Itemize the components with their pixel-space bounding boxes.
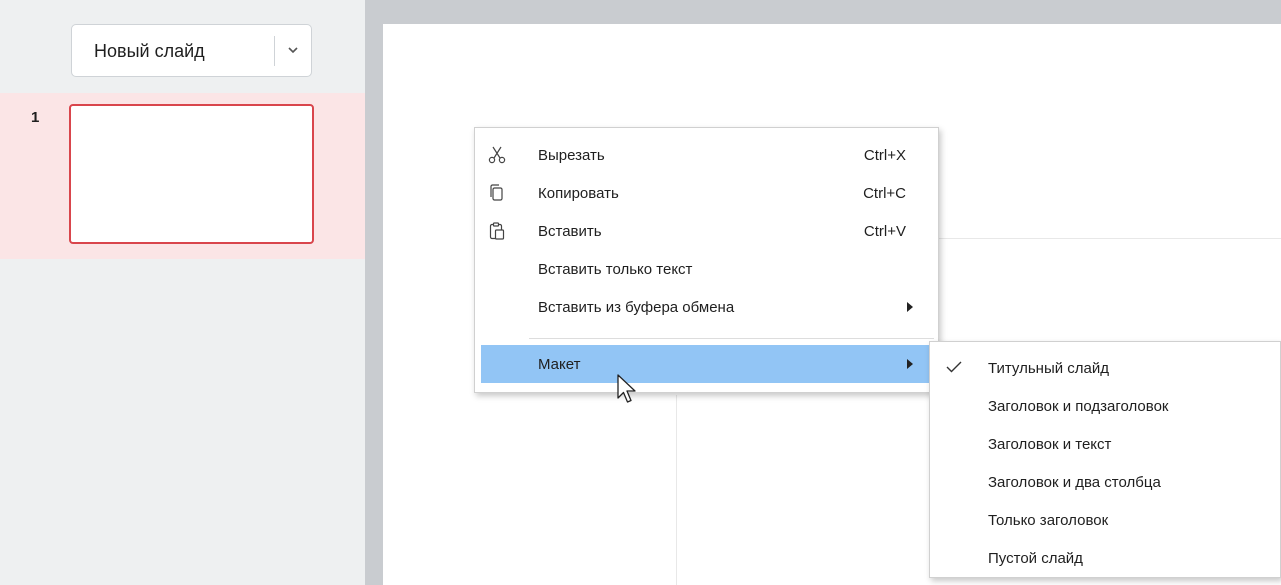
layout-option-title-two-columns[interactable]: Заголовок и два столбца bbox=[930, 463, 1280, 501]
layout-option-blank[interactable]: Пустой слайд bbox=[930, 539, 1280, 577]
menu-item-label: Макет bbox=[538, 356, 581, 373]
layout-option-title-subtitle[interactable]: Заголовок и подзаголовок bbox=[930, 387, 1280, 425]
scissors-icon bbox=[488, 146, 506, 164]
menu-item-copy[interactable]: Копировать Ctrl+C bbox=[475, 174, 938, 212]
layout-option-title-only[interactable]: Только заголовок bbox=[930, 501, 1280, 539]
layout-option-label: Титульный слайд bbox=[988, 360, 1109, 377]
submenu-arrow-icon bbox=[907, 302, 913, 312]
layout-option-label: Пустой слайд bbox=[988, 550, 1083, 567]
placeholder-guide bbox=[676, 395, 677, 585]
checkmark-icon bbox=[946, 361, 962, 373]
menu-item-label: Копировать bbox=[538, 185, 619, 202]
mouse-cursor-icon bbox=[617, 374, 636, 403]
menu-item-paste-text-only[interactable]: Вставить только текст bbox=[475, 250, 938, 288]
menu-item-label: Вставить только текст bbox=[538, 261, 693, 278]
new-slide-button[interactable]: Новый слайд bbox=[71, 24, 312, 77]
paste-icon bbox=[489, 222, 505, 240]
placeholder-guide bbox=[935, 238, 1281, 239]
layout-option-label: Только заголовок bbox=[988, 512, 1109, 529]
submenu-arrow-icon bbox=[907, 359, 913, 369]
layout-option-title-slide[interactable]: Титульный слайд bbox=[930, 349, 1280, 387]
menu-item-cut[interactable]: Вырезать Ctrl+X bbox=[475, 136, 938, 174]
context-menu: Вырезать Ctrl+X Копировать Ctrl+C Встави… bbox=[474, 127, 939, 393]
layout-submenu: Титульный слайд Заголовок и подзаголовок… bbox=[929, 341, 1281, 578]
new-slide-label: Новый слайд bbox=[94, 41, 205, 61]
chevron-down-icon bbox=[288, 47, 298, 54]
slides-panel: Новый слайд 1 bbox=[0, 0, 365, 585]
menu-item-shortcut: Ctrl+C bbox=[863, 185, 906, 202]
menu-item-shortcut: Ctrl+V bbox=[863, 223, 906, 240]
layout-option-title-text[interactable]: Заголовок и текст bbox=[930, 425, 1280, 463]
slide-number: 1 bbox=[31, 109, 40, 126]
layout-option-label: Заголовок и текст bbox=[988, 436, 1112, 453]
menu-item-paste[interactable]: Вставить Ctrl+V bbox=[475, 212, 938, 250]
menu-item-label: Вставить bbox=[538, 223, 602, 240]
copy-icon bbox=[490, 184, 503, 201]
menu-item-shortcut: Ctrl+X bbox=[863, 147, 906, 164]
menu-item-layout[interactable]: Макет bbox=[481, 345, 936, 383]
menu-separator bbox=[529, 338, 934, 339]
new-slide-dropdown-button[interactable] bbox=[275, 25, 312, 76]
layout-option-label: Заголовок и два столбца bbox=[988, 474, 1161, 491]
slide-thumbnail-row[interactable]: 1 bbox=[0, 93, 365, 259]
menu-item-label: Вставить из буфера обмена bbox=[538, 299, 735, 316]
layout-option-label: Заголовок и подзаголовок bbox=[988, 398, 1169, 415]
menu-item-label: Вырезать bbox=[538, 147, 605, 164]
slide-thumbnail[interactable] bbox=[69, 104, 314, 244]
menu-item-paste-from-clipboard[interactable]: Вставить из буфера обмена bbox=[475, 288, 938, 326]
